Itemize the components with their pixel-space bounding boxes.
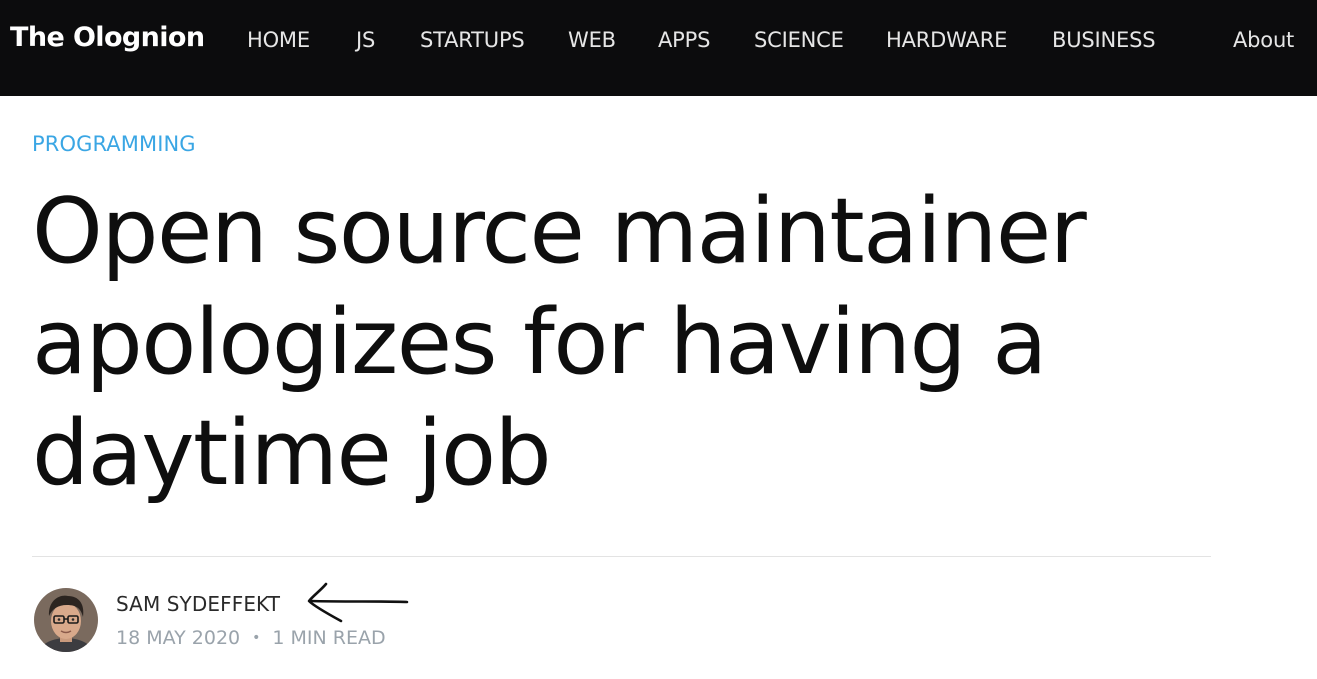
article-title-line-1: Open source maintainer: [32, 179, 1087, 284]
publish-date: 18 MAY 2020: [116, 627, 241, 649]
nav-item-science[interactable]: SCIENCE: [754, 28, 844, 52]
nav-item-web[interactable]: WEB: [568, 28, 616, 52]
author-name-link[interactable]: SAM SYDEFFEKT: [116, 592, 280, 616]
site-logo[interactable]: The Olognion: [10, 22, 205, 53]
read-time: 1 MIN READ: [272, 627, 386, 649]
author-avatar-portrait: [34, 588, 98, 652]
nav-item-apps[interactable]: APPS: [658, 28, 710, 52]
article-title-line-3: daytime job: [32, 401, 552, 506]
nav-item-hardware[interactable]: HARDWARE: [886, 28, 1007, 52]
top-navigation-bar: The Olognion HOME JS STARTUPS WEB APPS S…: [0, 0, 1317, 96]
article-category-link[interactable]: PROGRAMMING: [32, 132, 196, 156]
nav-item-about[interactable]: About: [1233, 28, 1294, 52]
nav-item-startups[interactable]: STARTUPS: [420, 28, 525, 52]
left-arrow-annotation: [307, 582, 409, 623]
author-avatar[interactable]: [34, 588, 98, 652]
article-title-line-2: apologizes for having a: [32, 290, 1047, 395]
meta-separator: •: [252, 630, 261, 646]
nav-item-business[interactable]: BUSINESS: [1052, 28, 1156, 52]
nav-item-js[interactable]: JS: [356, 28, 375, 52]
article-meta: 18 MAY 2020 • 1 MIN READ: [116, 627, 386, 649]
header-divider: [32, 556, 1211, 557]
nav-item-home[interactable]: HOME: [247, 28, 310, 52]
article-title: Open source maintainer apologizes for ha…: [32, 176, 1172, 509]
